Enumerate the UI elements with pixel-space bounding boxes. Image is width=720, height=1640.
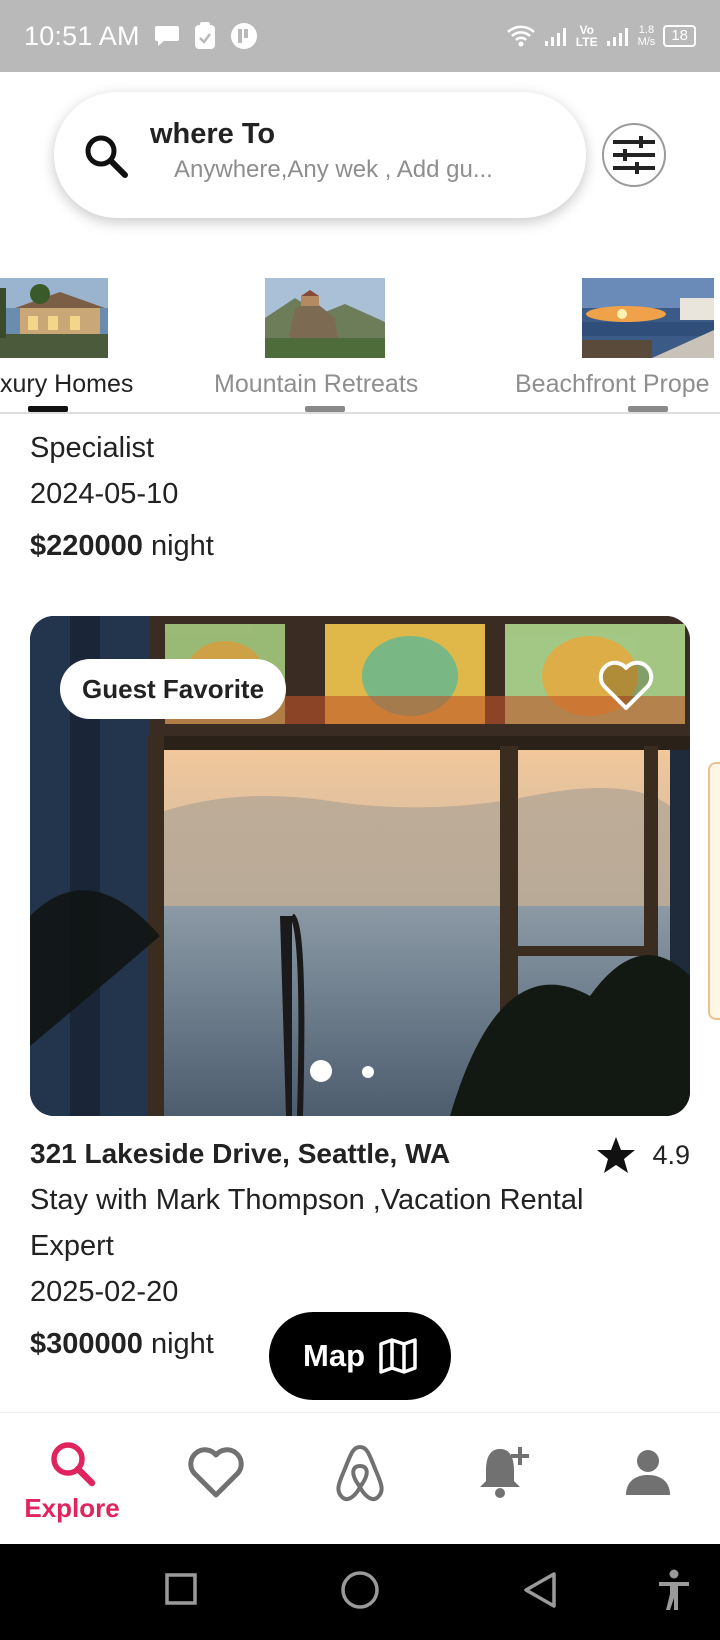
network-rate: 1.8 M/s [638,24,656,48]
prev-listing-date: 2024-05-10 [30,478,179,510]
person-icon [626,1450,670,1495]
search-bar[interactable]: where To Anywhere,Any wek , Add gu... [54,92,586,218]
listing-host-line-2: Expert [30,1230,114,1262]
status-system-icons: Vo LTE 1.8 M/s 18 [506,24,696,48]
scroll-indicator[interactable] [708,762,720,1020]
guest-favorite-badge: Guest Favorite [60,659,287,719]
price-unit: night [142,530,214,562]
heart-icon [188,1447,244,1498]
category-label: Beachfront Prope [515,370,710,398]
listing-price: $300000 night [30,1328,214,1361]
search-subtitle: Anywhere,Any wek , Add gu... [174,156,493,183]
app-circle-icon [230,23,257,49]
recents-icon[interactable] [164,1572,198,1606]
filter-button[interactable] [602,123,666,187]
price-amount: $220000 [30,530,143,562]
search-icon [85,135,128,178]
back-icon[interactable] [522,1570,558,1610]
chat-bubble-icon [154,26,179,46]
category-luxury-homes[interactable]: xury Homes [0,270,170,412]
search-icon [51,1442,96,1487]
search-title: where To [150,118,276,150]
nav-explore[interactable]: Explore [0,1413,144,1545]
home-icon[interactable] [340,1570,380,1610]
battery-icon: 18 [663,25,696,47]
price-amount: $300000 [30,1328,143,1360]
category-label: Mountain Retreats [214,370,419,398]
listing-address: 321 Lakeside Drive, Seattle, WA [30,1138,451,1169]
map-button[interactable]: Map [269,1312,451,1400]
listing-photo-carousel[interactable]: Guest Favorite [30,616,690,1116]
clipboard-icon [194,22,215,49]
sliders-icon [613,136,655,174]
category-indicator [305,406,345,412]
wifi-icon [506,25,535,47]
category-thumbnail-beachfront [582,278,714,358]
nav-trips[interactable] [288,1413,432,1545]
category-mountain-retreats[interactable]: Mountain Retreats [210,270,440,412]
favorite-heart-icon[interactable] [596,658,656,714]
listing-host-line-1: Stay with Mark Thompson ,Vacation Rental [30,1184,584,1216]
nav-explore-label: Explore [24,1493,120,1523]
category-selected-indicator [28,406,68,412]
category-thumbnail-mountain-retreats [265,278,385,358]
status-bar: 10:51 AM Vo LTE 1.8 M/s 18 [0,0,720,72]
nav-notifications[interactable] [432,1413,576,1545]
category-label: xury Homes [0,370,134,398]
bottom-navigation: Explore [0,1412,720,1544]
signal-icon-2 [606,28,628,46]
carousel-dot-active[interactable] [310,1060,332,1082]
volte-indicator: Vo LTE [576,24,598,48]
status-time: 10:51 AM [24,20,140,51]
listing-date: 2025-02-20 [30,1276,179,1308]
net-rate-value: 1.8 [638,24,655,36]
category-indicator [628,406,668,412]
rating-value: 4.9 [652,1139,690,1170]
category-beachfront[interactable]: Beachfront Prope [515,270,720,412]
net-rate-unit: M/s [637,36,656,48]
carousel-dot[interactable] [362,1066,374,1078]
price-unit: night [142,1328,214,1360]
nav-wishlists[interactable] [144,1413,288,1545]
volte-bottom: LTE [575,35,598,49]
category-thumbnail-luxury-homes [0,278,108,358]
status-notification-icons [154,22,258,50]
prev-listing-host-text: Specialist [30,432,155,464]
airbnb-logo-icon [336,1444,384,1502]
system-navigation-bar [0,1544,720,1640]
accessibility-icon[interactable] [656,1568,692,1612]
map-button-label: Map [303,1338,365,1373]
nav-profile[interactable] [576,1413,720,1545]
listing-rating: 4.9 [596,1136,690,1174]
category-strip[interactable]: xury Homes Mountain Retreats Beachfront … [0,270,720,414]
bell-add-icon [480,1447,529,1498]
map-icon [379,1338,417,1374]
star-icon [597,1137,636,1173]
signal-icon [544,28,566,46]
prev-listing-price: $220000 night [30,530,214,563]
